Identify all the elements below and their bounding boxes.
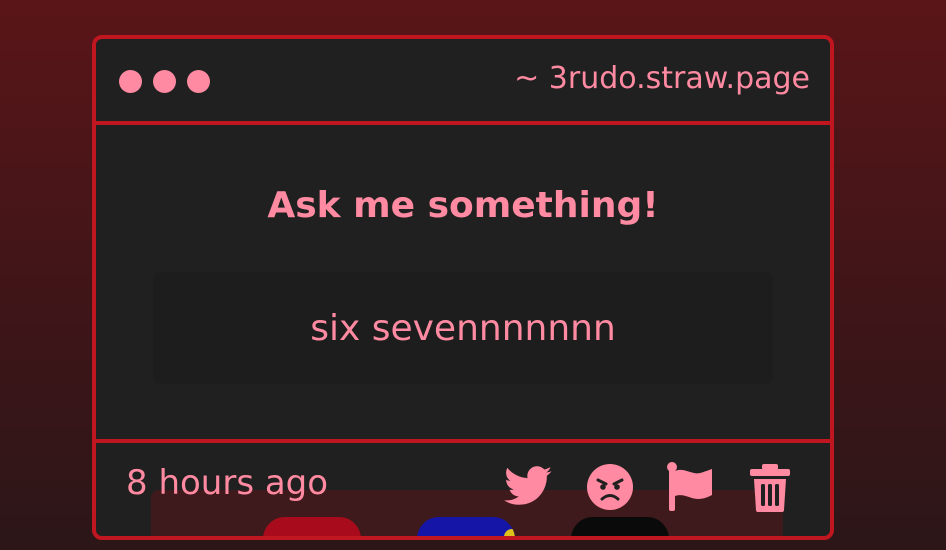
twitter-icon	[504, 466, 552, 505]
window-dot-1	[119, 70, 142, 93]
page-url: ~ 3rudo.straw.page	[514, 61, 810, 96]
report-button[interactable]	[664, 461, 716, 513]
question-text: six sevennnnnnn	[310, 307, 616, 349]
delete-button[interactable]	[744, 461, 796, 513]
blue-app-icon[interactable]	[417, 517, 515, 536]
window-dot-2	[153, 70, 176, 93]
black-app-icon[interactable]	[571, 517, 669, 536]
twitter-share-button[interactable]	[502, 461, 554, 513]
prompt-heading: Ask me something!	[267, 185, 659, 226]
flag-icon	[667, 462, 712, 511]
react-angry-button[interactable]	[584, 461, 636, 513]
question-box: six sevennnnnnn	[153, 272, 773, 384]
angry-face-icon	[587, 464, 633, 510]
window-dot-3	[187, 70, 210, 93]
message-card: ~ 3rudo.straw.page Ask me something! six…	[92, 35, 834, 540]
trash-icon	[750, 464, 790, 512]
card-footer: 8 hours ago	[96, 439, 830, 536]
red-app-icon[interactable]	[263, 517, 361, 536]
timestamp: 8 hours ago	[126, 463, 329, 503]
title-bar: ~ 3rudo.straw.page	[96, 39, 830, 125]
card-body: Ask me something! six sevennnnnnn	[96, 125, 830, 439]
window-dots	[119, 70, 210, 93]
